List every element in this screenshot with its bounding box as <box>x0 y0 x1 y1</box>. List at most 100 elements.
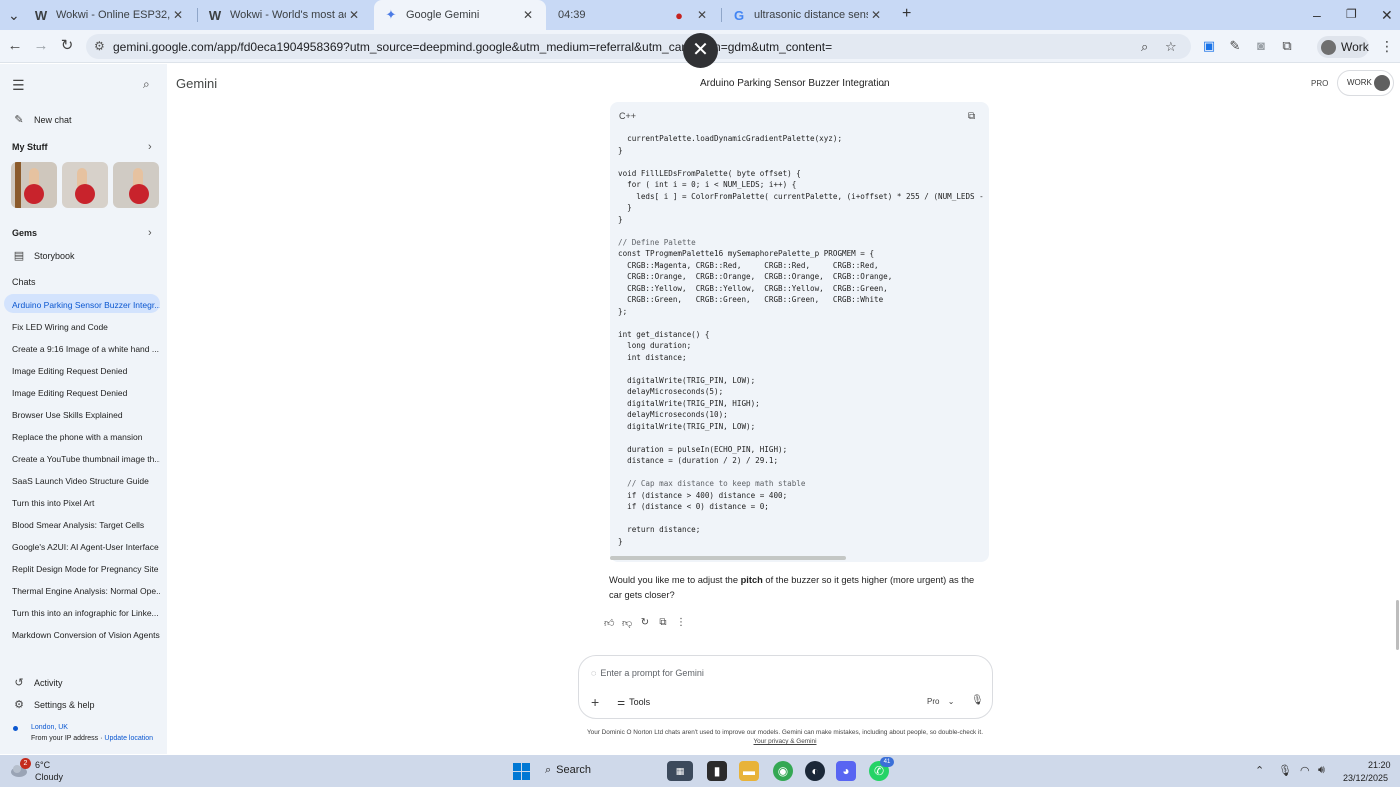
storybook-label: Storybook <box>34 250 75 261</box>
code-line: // Define Palette <box>618 237 696 247</box>
site-settings-icon[interactable]: ⚙ <box>94 39 105 53</box>
clock-date[interactable]: 23/12/2025 <box>1343 773 1388 783</box>
microphone-icon[interactable]: 🎙︎ <box>1278 764 1292 777</box>
forward-arrow-icon[interactable]: → <box>32 37 50 55</box>
chat-item-active[interactable]: Arduino Parking Sensor Buzzer Integr... <box>12 300 160 310</box>
wifi-icon[interactable]: ◠ <box>1300 764 1310 777</box>
page-scrollbar[interactable] <box>1396 600 1399 650</box>
windows-start-icon[interactable] <box>513 763 530 780</box>
copy-code-icon[interactable]: ⧉ <box>968 111 975 122</box>
update-location-link[interactable]: Update location <box>104 735 153 742</box>
chat-item[interactable]: Replit Design Mode for Pregnancy Site <box>12 564 160 574</box>
new-chat-button[interactable]: ✎ New chat <box>12 113 71 126</box>
regenerate-icon[interactable]: ↻ <box>640 617 650 629</box>
steam-icon[interactable]: ◐ <box>805 761 825 781</box>
more-options-icon[interactable]: ⋮ <box>676 617 686 629</box>
chat-item[interactable]: Turn this into an infographic for Linke.… <box>12 608 160 618</box>
browser-menu-icon[interactable]: ⋮ <box>1380 38 1394 55</box>
chat-item[interactable]: Create a 9:16 Image of a white hand ... <box>12 344 160 354</box>
close-tab-icon[interactable]: ✕ <box>868 8 884 22</box>
widgets-icon[interactable]: ▦ <box>667 761 693 781</box>
tab-google-gemini[interactable]: ✦ Google Gemini ✕ <box>374 0 546 30</box>
chevron-down-icon[interactable]: ⌄ <box>880 78 888 89</box>
thumbs-up-icon[interactable]: 👍︎ <box>604 617 614 629</box>
address-bar[interactable]: ⚙ gemini.google.com/app/fd0eca1904958369… <box>86 34 1191 59</box>
profile-button[interactable]: Work <box>1317 36 1369 58</box>
my-stuff-thumbnail-3[interactable] <box>113 162 159 208</box>
chat-title[interactable]: Arduino Parking Sensor Buzzer Integratio… <box>700 78 890 89</box>
chevron-right-icon[interactable]: › <box>148 141 152 153</box>
camera-extension-icon[interactable]: ◙ <box>1252 38 1270 56</box>
prompt-input[interactable]: ◌ Enter a prompt for Gemini <box>591 668 704 678</box>
close-tab-icon[interactable]: ✕ <box>520 8 536 22</box>
gemini-brand[interactable]: Gemini <box>176 76 217 91</box>
weather-description[interactable]: Cloudy <box>35 772 63 782</box>
new-tab-plus-icon[interactable]: + <box>902 5 911 23</box>
chevron-right-icon[interactable]: › <box>148 227 152 239</box>
microphone-icon[interactable]: 🎙︎ <box>971 695 984 706</box>
my-stuff-heading[interactable]: My Stuff <box>12 142 48 152</box>
chat-item[interactable]: Thermal Engine Analysis: Normal Ope... <box>12 586 160 596</box>
code-horizontal-scrollbar[interactable] <box>610 556 846 560</box>
close-window-icon[interactable]: ✕ <box>1381 7 1393 24</box>
extensions-puzzle-icon[interactable]: ⧉ <box>1278 38 1296 56</box>
file-explorer-icon[interactable]: ▬ <box>739 761 759 781</box>
taskbar-search[interactable]: ⌕ Search <box>545 764 591 777</box>
search-icon[interactable]: ⌕ <box>143 77 150 92</box>
my-stuff-thumbnail-1[interactable] <box>11 162 57 208</box>
tab-search-chevron-icon[interactable]: ⌄ <box>8 7 20 24</box>
chat-item[interactable]: Turn this into Pixel Art <box>12 498 160 508</box>
menu-icon[interactable]: ☰ <box>12 77 25 94</box>
zoom-search-icon[interactable]: ⌕ <box>1141 39 1148 55</box>
chat-item[interactable]: Image Editing Request Denied <box>12 366 160 376</box>
close-tab-icon[interactable]: ✕ <box>170 8 186 22</box>
extension-icon[interactable]: ▣ <box>1200 38 1218 56</box>
gems-heading[interactable]: Gems <box>12 228 37 238</box>
chat-item[interactable]: Blood Smear Analysis: Target Cells <box>12 520 160 530</box>
close-tab-icon[interactable]: ✕ <box>694 8 710 22</box>
close-overlay-button[interactable]: ✕ <box>683 33 718 68</box>
back-arrow-icon[interactable]: ← <box>6 37 24 55</box>
tab-wokwi-1[interactable]: W Wokwi - Online ESP32, STM32, ✕ <box>24 0 196 30</box>
chat-item[interactable]: Image Editing Request Denied <box>12 388 160 398</box>
tab-timer[interactable]: 04:39 ● ✕ <box>548 0 720 30</box>
thumbs-down-icon[interactable]: 👎︎ <box>622 617 632 629</box>
pen-extension-icon[interactable]: ✎ <box>1226 38 1244 56</box>
chat-item[interactable]: Browser Use Skills Explained <box>12 410 160 420</box>
history-icon: ↺ <box>14 677 24 689</box>
reload-icon[interactable]: ↻ <box>58 37 76 55</box>
tools-button[interactable]: ⚌ Tools <box>617 697 650 708</box>
clock-time[interactable]: 21:20 <box>1368 760 1391 770</box>
settings-button[interactable]: ⚙ Settings & help <box>12 698 94 711</box>
chat-item[interactable]: Create a YouTube thumbnail image th... <box>12 454 160 464</box>
work-account-chip[interactable]: WORK <box>1337 70 1394 96</box>
close-tab-icon[interactable]: ✕ <box>346 8 362 22</box>
copy-icon[interactable]: ⧉ <box>658 617 668 629</box>
privacy-link[interactable]: Your privacy & Gemini <box>570 737 1000 746</box>
chat-item[interactable]: SaaS Launch Video Structure Guide <box>12 476 160 486</box>
tab-wokwi-2[interactable]: W Wokwi - World's most advance ✕ <box>198 0 372 30</box>
terminal-icon[interactable]: ▮ <box>707 761 727 781</box>
code-line: if (distance > 400) distance = 400; <box>618 490 788 500</box>
minimize-icon[interactable]: – <box>1313 7 1321 23</box>
code-line: } <box>618 536 623 546</box>
volume-icon[interactable]: 🔊︎ <box>1318 764 1325 777</box>
chevron-up-icon[interactable]: ⌃ <box>1255 764 1264 777</box>
discord-icon[interactable]: ◕ <box>836 761 856 781</box>
my-stuff-thumbnail-2[interactable] <box>62 162 108 208</box>
activity-button[interactable]: ↺ Activity <box>12 676 62 689</box>
chat-item[interactable]: Google's A2UI: AI Agent-User Interface <box>12 542 160 552</box>
tab-google-search[interactable]: G ultrasonic distance sensor - Go ✕ <box>722 0 894 30</box>
url-text[interactable]: gemini.google.com/app/fd0eca1904958369?u… <box>113 40 832 54</box>
model-selector[interactable]: Pro ⌄ <box>927 697 954 706</box>
restore-icon[interactable]: ❐ <box>1346 7 1357 21</box>
chat-item[interactable]: Replace the phone with a mansion <box>12 432 160 442</box>
chrome-icon[interactable]: ◉ <box>773 761 793 781</box>
bookmark-star-icon[interactable]: ☆ <box>1165 39 1177 55</box>
gem-storybook[interactable]: ▤ Storybook <box>12 249 75 262</box>
chat-item[interactable]: Fix LED Wiring and Code <box>12 322 160 332</box>
add-attachment-plus-icon[interactable]: + <box>591 694 599 710</box>
temperature[interactable]: 6°C <box>35 760 50 770</box>
chat-item[interactable]: Markdown Conversion of Vision Agents <box>12 630 160 640</box>
